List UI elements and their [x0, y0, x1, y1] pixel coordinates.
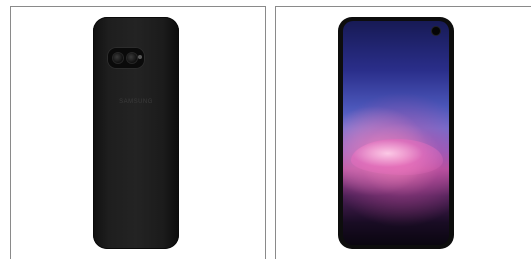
phone-case-front-image	[338, 17, 454, 249]
brand-logo: SAMSUNG	[119, 99, 153, 105]
camera-lens-icon	[127, 53, 137, 63]
front-camera-icon	[432, 27, 440, 35]
camera-lens-icon	[113, 53, 123, 63]
phone-case-back-image: SAMSUNG	[93, 17, 179, 249]
product-image-gallery: SAMSUNG	[0, 0, 531, 259]
wallpaper-wave	[351, 139, 443, 175]
phone-screen-wallpaper	[343, 21, 449, 245]
product-thumbnail-back[interactable]: SAMSUNG	[10, 6, 266, 259]
camera-cutout	[107, 47, 145, 69]
flash-icon	[138, 55, 142, 59]
product-thumbnail-front[interactable]	[275, 6, 531, 259]
